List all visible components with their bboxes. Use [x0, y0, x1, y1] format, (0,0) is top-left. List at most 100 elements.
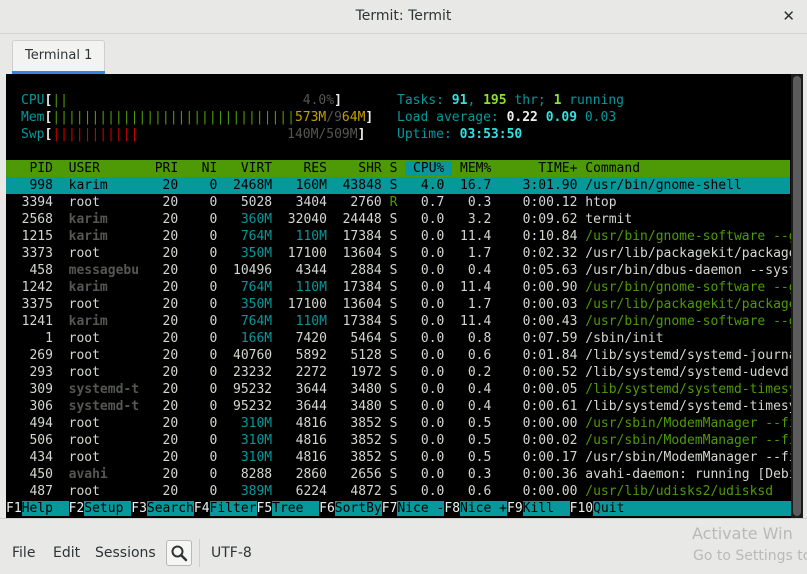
cell-state: S [389, 484, 406, 499]
fkey-f1-key[interactable]: F1 [6, 501, 22, 516]
cell-res: 17100 [279, 297, 335, 312]
cell-user: systemd-t [60, 382, 147, 397]
fkey-f10-label[interactable]: Quit [593, 501, 803, 516]
scrollbar[interactable] [791, 74, 803, 518]
activate-windows-watermark: Activate Win [692, 524, 793, 543]
fkey-f3-label[interactable]: Search [146, 501, 194, 516]
cell-ni: 0 [186, 382, 226, 397]
table-row[interactable]: 998 karim 20 0 2468M 160M 43848 S 4.0 16… [6, 177, 741, 194]
fkey-f4-key[interactable]: F4 [193, 501, 210, 516]
cell-ni: 0 [186, 348, 226, 363]
cell-state: S [389, 382, 406, 397]
fkey-f6-label[interactable]: SortBy [334, 501, 382, 516]
table-header[interactable]: PID USER PRI NI VIRT RES SHR S CPU% MEM%… [6, 160, 640, 177]
column-header-shr[interactable]: SHR [335, 161, 390, 176]
fkey-f9-key[interactable]: F9 [507, 501, 523, 516]
fkey-f9-label[interactable]: Kill [522, 501, 570, 516]
table-row[interactable]: 494 root 20 0 310M 4816 3852 S 0.0 0.5 0… [6, 415, 803, 432]
table-row[interactable]: 1 root 20 0 166M 7420 5464 S 0.0 0.8 0:0… [6, 330, 663, 347]
cell-command: /usr/sbin/ModemManager --filter-po [585, 416, 803, 431]
fkey-f10-key[interactable]: F10 [569, 501, 594, 516]
column-header-s[interactable]: S [390, 161, 406, 176]
fkey-f2-label[interactable]: Setup [84, 501, 132, 516]
fkey-f8-label[interactable]: Nice + [460, 501, 507, 516]
table-row[interactable]: 3375 root 20 0 350M 17100 13604 S 0.0 1.… [6, 296, 803, 313]
table-row[interactable]: 458 messagebu 20 0 10496 4344 2884 S 0.0… [6, 262, 803, 279]
cell-shr: 17384 [334, 280, 390, 295]
table-row[interactable]: 3394 root 20 0 5028 3404 2760 R 0.7 0.3 … [6, 194, 617, 211]
table-row[interactable]: 487 root 20 0 389M 6224 4872 S 0.0 0.6 0… [6, 483, 773, 500]
column-header-pri[interactable]: PRI [147, 161, 186, 176]
scrollbar-thumb[interactable] [793, 76, 801, 516]
table-row[interactable]: 1215 karim 20 0 764M 110M 17384 S 0.0 11… [6, 228, 803, 245]
uptime-value: 03:53:50 [459, 127, 523, 142]
cell-user: root [60, 433, 147, 448]
cell-res: 6224 [279, 484, 335, 499]
table-row[interactable]: 3373 root 20 0 350M 17100 13604 S 0.0 1.… [6, 245, 803, 262]
column-header-virt[interactable]: VIRT [225, 161, 280, 176]
cell-shr: 5464 [334, 331, 390, 346]
cell-command: /usr/bin/dbus-daemon --system --ad [585, 263, 803, 278]
cell-res: 5892 [279, 348, 335, 363]
cell-pri: 20 [146, 348, 187, 363]
cell-mem: 1.7 [452, 297, 500, 312]
tab-terminal-1[interactable]: Terminal 1 [12, 40, 106, 74]
mem-value-used: 573M [294, 110, 327, 125]
cell-virt: 389M [225, 484, 280, 499]
table-row[interactable]: 506 root 20 0 310M 4816 3852 S 0.0 0.5 0… [6, 432, 803, 449]
table-row[interactable]: 1242 karim 20 0 764M 110M 17384 S 0.0 11… [6, 279, 803, 296]
column-header-mem-[interactable]: MEM% [452, 161, 499, 176]
menu-edit[interactable]: Edit [53, 545, 80, 561]
fkey-f7-key[interactable]: F7 [381, 501, 398, 516]
cell-shr: 3852 [334, 433, 390, 448]
table-row[interactable]: 434 root 20 0 310M 4816 3852 S 0.0 0.5 0… [6, 449, 803, 466]
cell-user: messagebu [60, 263, 147, 278]
column-header-ni[interactable]: NI [186, 161, 225, 176]
cell-time: 0:00.00 [499, 484, 586, 499]
cell-res: 3644 [279, 399, 335, 414]
column-header-user[interactable]: USER [61, 161, 147, 176]
tasks-sep: , [467, 93, 484, 108]
fkey-f3-key[interactable]: F3 [131, 501, 147, 516]
fkey-f2-key[interactable]: F2 [68, 501, 85, 516]
table-row[interactable]: 309 systemd-t 20 0 95232 3644 3480 S 0.0… [6, 381, 803, 398]
terminal-view[interactable]: CPU[|| 4.0%] Mem[|||||||||||||||||||||||… [6, 74, 803, 518]
cell-state: S [389, 314, 406, 329]
fkey-f5-label[interactable]: Tree [272, 501, 320, 516]
cell-shr: 3480 [334, 399, 390, 414]
table-row[interactable]: 293 root 20 0 23232 2272 1972 S 0.0 0.2 … [6, 364, 789, 381]
cell-res: 110M [279, 314, 335, 329]
cell-cpu: 0.0 [405, 365, 453, 380]
cell-cpu: 0.0 [405, 416, 453, 431]
column-header-command[interactable]: Command [585, 161, 640, 176]
column-header-cpu-[interactable]: CPU% [405, 161, 453, 176]
table-row[interactable]: 269 root 20 0 40760 5892 5128 S 0.0 0.6 … [6, 347, 803, 364]
table-row[interactable]: 1241 karim 20 0 764M 110M 17384 S 0.0 11… [6, 313, 803, 330]
encoding-label[interactable]: UTF-8 [211, 545, 252, 561]
cell-cpu: 0.0 [405, 246, 453, 261]
cell-res: 160M [279, 178, 335, 193]
table-row[interactable]: 2568 karim 20 0 360M 32040 24448 S 0.0 3… [6, 211, 633, 228]
column-header-res[interactable]: RES [280, 161, 335, 176]
fkey-f6-key[interactable]: F6 [319, 501, 335, 516]
fkey-f7-label[interactable]: Nice - [397, 501, 445, 516]
swp-bar: ||||||||||| [52, 127, 139, 142]
cell-ni: 0 [186, 178, 226, 193]
menu-file[interactable]: File [12, 545, 35, 561]
column-header-pid[interactable]: PID [6, 161, 61, 176]
table-row[interactable]: 450 avahi 20 0 8288 2860 2656 S 0.0 0.3 … [6, 466, 803, 483]
cell-ni: 0 [186, 433, 226, 448]
column-header-time-[interactable]: TIME+ [499, 161, 585, 176]
tasks-summary: Tasks: 91, 195 thr; 1 running [397, 92, 624, 109]
table-row[interactable]: 306 systemd-t 20 0 95232 3644 3480 S 0.0… [6, 398, 803, 415]
cpu-label: CPU [21, 93, 45, 108]
search-button[interactable] [166, 540, 192, 566]
fkey-f5-key[interactable]: F5 [256, 501, 273, 516]
fkey-f1-label[interactable]: Help [21, 501, 69, 516]
fkey-f8-key[interactable]: F8 [444, 501, 461, 516]
fkey-f4-label[interactable]: Filter [209, 501, 257, 516]
menu-sessions[interactable]: Sessions [95, 545, 156, 561]
cell-command: /lib/systemd/systemd-udevd [585, 365, 789, 380]
cell-pri: 20 [146, 331, 187, 346]
close-icon[interactable]: ✕ [782, 7, 795, 25]
